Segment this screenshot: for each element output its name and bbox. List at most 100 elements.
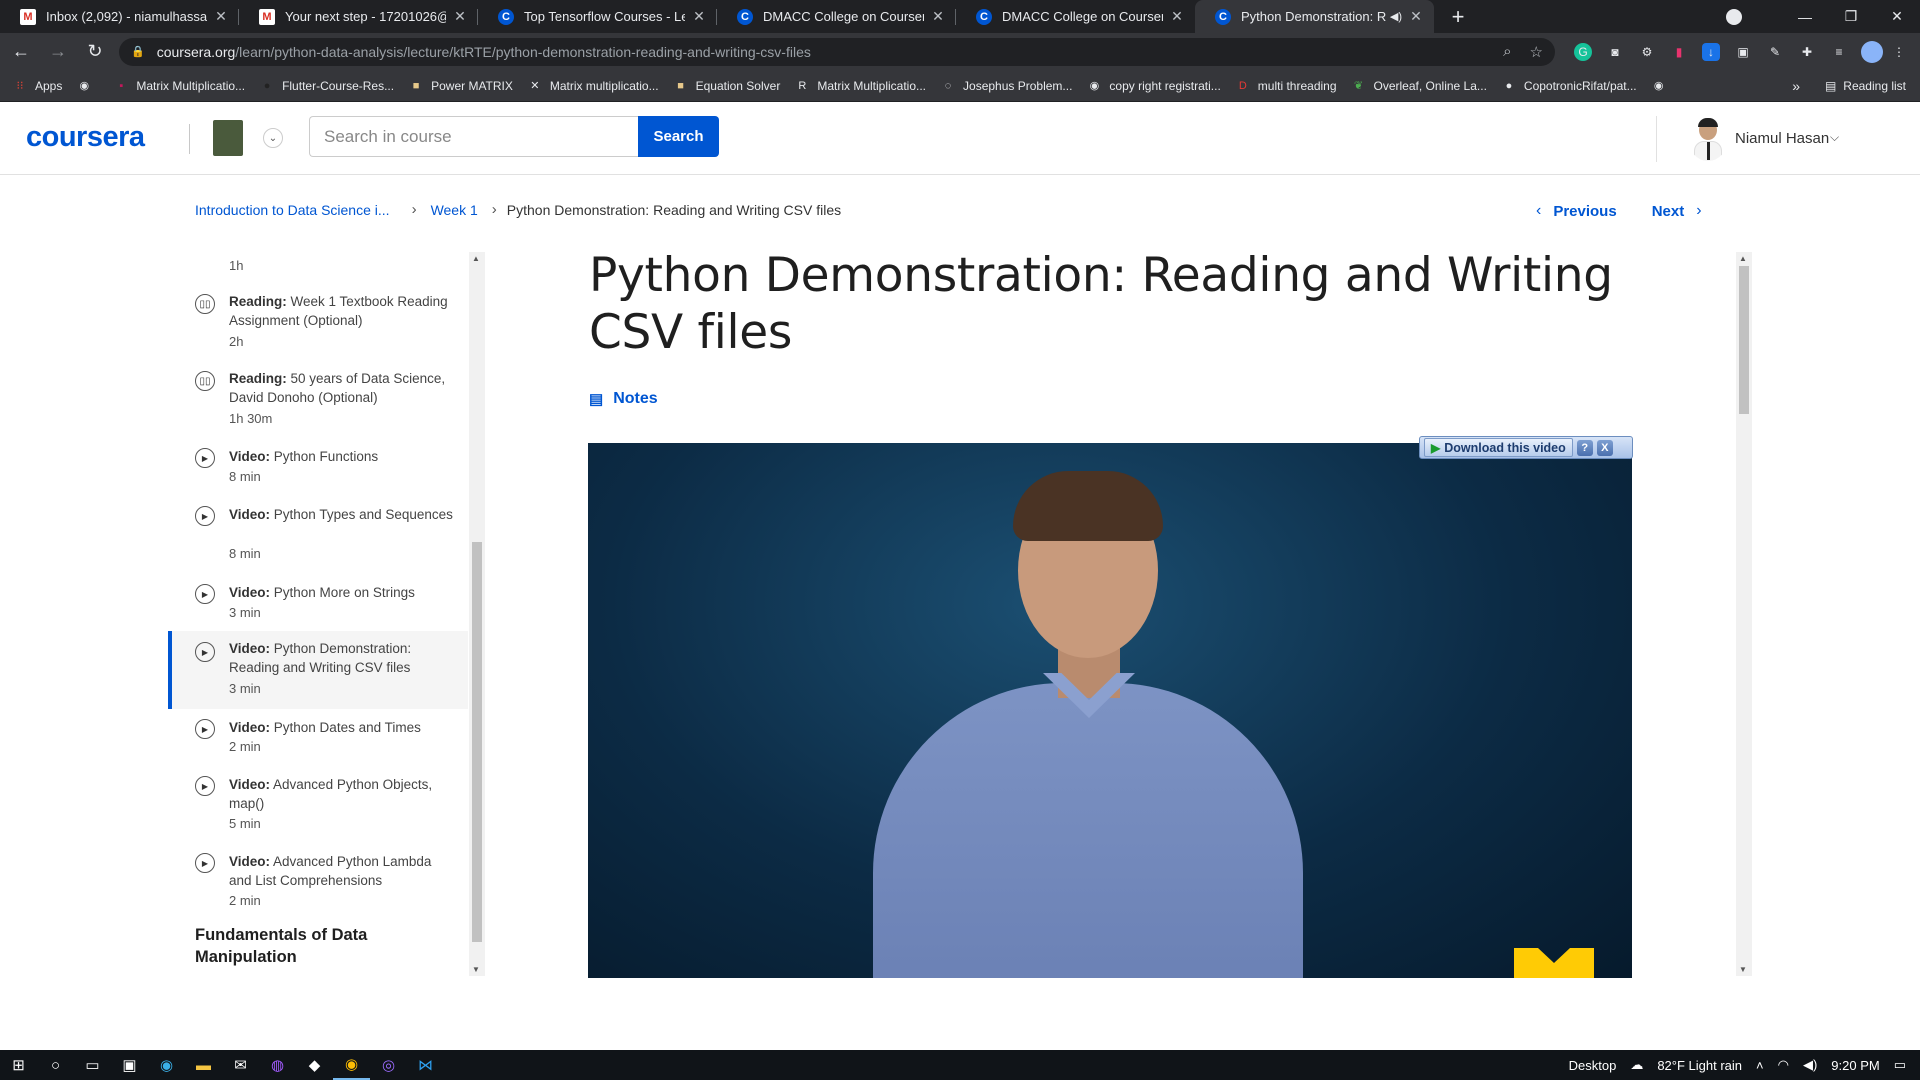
bookmark-item[interactable]: ⁝⁝ Apps [12, 78, 63, 94]
bookmark-item[interactable]: Dmulti threading [1235, 78, 1337, 94]
menu-icon[interactable]: ⋮ [1890, 43, 1908, 61]
bookmark-item[interactable]: ◉ [1651, 78, 1674, 94]
speaker-icon[interactable]: ◀) [1390, 10, 1402, 23]
university-logo[interactable] [213, 120, 243, 156]
forward-arrow-icon[interactable]: → [42, 36, 74, 68]
search-button[interactable]: Search [638, 116, 719, 157]
browser-tab[interactable]: C Top Tensorflow Courses - Learn T ✕ [478, 0, 717, 33]
scroll-down-icon[interactable]: ▼ [472, 965, 480, 974]
search-input[interactable] [309, 116, 639, 157]
terminal-icon[interactable]: ▣ [111, 1050, 148, 1080]
back-arrow-icon[interactable]: ← [5, 36, 37, 68]
zoom-icon[interactable]: ⌕ [1503, 43, 1511, 60]
more-bookmarks-button[interactable]: » [1792, 70, 1800, 102]
vscode-icon[interactable]: ⋈ [407, 1050, 444, 1080]
scrollbar-thumb[interactable] [1739, 266, 1749, 414]
scroll-up-icon[interactable]: ▲ [1739, 254, 1747, 263]
close-tab-icon[interactable]: ✕ [691, 8, 707, 25]
close-tab-icon[interactable]: ✕ [930, 8, 946, 25]
close-tab-icon[interactable]: ✕ [213, 8, 229, 25]
chevron-down-icon[interactable]: ⌵ [1830, 130, 1839, 145]
desktop-toolbar[interactable]: Desktop [1569, 1058, 1617, 1073]
bookmark-item[interactable]: ✕ Matrix multiplicatio... [527, 78, 658, 94]
address-bar[interactable]: 🔒 coursera.org/learn/python-data-analysi… [119, 37, 1555, 66]
scroll-down-icon[interactable]: ▼ [1739, 965, 1747, 974]
reload-icon[interactable]: ↻ [79, 36, 111, 68]
bookmark-item[interactable]: ▪ Matrix Multiplicatio... [113, 78, 245, 94]
content-scrollbar[interactable]: ▲ ▼ [1736, 252, 1752, 976]
coursera-logo[interactable]: coursera [26, 121, 145, 154]
close-tab-icon[interactable]: ✕ [1169, 8, 1185, 25]
edge-icon[interactable]: ◉ [148, 1050, 185, 1080]
avatar[interactable] [1688, 117, 1728, 161]
reading-list-button[interactable]: ▤ Reading list [1825, 70, 1906, 102]
bookmark-item[interactable]: R Matrix Multiplicatio... [794, 78, 926, 94]
pen-icon[interactable]: ✎ [1766, 43, 1784, 61]
bookmark-item[interactable]: ■ Equation Solver [673, 78, 780, 94]
messenger-icon[interactable]: ◍ [259, 1050, 296, 1080]
list-item[interactable]: ▶ Video: Python More on Strings 3 min [168, 581, 468, 635]
notes-button[interactable]: ▤ Notes [589, 390, 658, 408]
windows-start-icon[interactable]: ⊞ [0, 1050, 37, 1080]
user-name[interactable]: Niamul Hasan [1735, 130, 1829, 147]
breadcrumb-course-link[interactable]: Introduction to Data Science i... [195, 202, 390, 218]
bookmark-item[interactable]: ● Flutter-Course-Res... [259, 78, 394, 94]
close-tab-icon[interactable]: ✕ [452, 8, 468, 25]
close-window-icon[interactable]: ✕ [1874, 8, 1920, 25]
sidebar-scrollbar[interactable]: ▲ ▼ [469, 252, 485, 976]
grammarly-icon[interactable]: G [1574, 42, 1592, 61]
list-item[interactable]: ▶ Video: Python Dates and Times 2 min [168, 716, 468, 770]
scrollbar-thumb[interactable] [472, 542, 482, 942]
next-button[interactable]: Next › [1652, 202, 1702, 220]
puzzle-icon[interactable]: ✚ [1798, 43, 1816, 61]
list-item[interactable]: ▶ Video: Python Types and Sequences 8 mi… [168, 503, 468, 577]
bookmark-star-icon[interactable]: ☆ [1530, 43, 1543, 61]
camera-icon[interactable]: ◙ [1606, 43, 1624, 61]
bookmark-item[interactable]: ❦ Overleaf, Online La... [1351, 78, 1487, 94]
bookmark-item[interactable]: ◉ [76, 78, 99, 94]
video-player[interactable] [588, 443, 1632, 978]
restore-icon[interactable]: ❐ [1828, 8, 1874, 25]
extension-icon[interactable]: ▣ [1734, 43, 1752, 61]
volume-icon[interactable]: ◀) [1803, 1057, 1817, 1073]
list-item[interactable]: ▶ Video: Advanced Python Objects, map() … [168, 773, 468, 847]
profile-avatar[interactable] [1861, 40, 1883, 63]
chevron-up-icon[interactable]: ˄ [1756, 1058, 1764, 1073]
help-icon[interactable]: ? [1576, 439, 1593, 456]
browser-tab[interactable]: C DMACC College on Coursera | Co ✕ [956, 0, 1195, 33]
list-item[interactable]: ▶ Video: Advanced Python Lambda and List… [168, 850, 468, 924]
notifications-icon[interactable]: ▭ [1894, 1057, 1906, 1073]
app-icon[interactable]: ◎ [370, 1050, 407, 1080]
bookmark-item[interactable]: ● CopotronicRifat/pat... [1501, 78, 1637, 94]
weather-icon[interactable]: ☁ [1630, 1057, 1643, 1073]
breadcrumb-week-link[interactable]: Week 1 [431, 202, 478, 218]
download-video-button[interactable]: ▶ Download this video [1424, 438, 1573, 457]
mail-icon[interactable]: ✉ [222, 1050, 259, 1080]
new-tab-button[interactable]: + [1442, 0, 1474, 33]
clock[interactable]: 9:20 PM [1831, 1058, 1879, 1073]
extension-icon[interactable]: ▮ [1670, 43, 1688, 61]
close-icon[interactable]: X [1596, 439, 1613, 456]
browser-tab[interactable]: C DMACC College on Coursera | Co ✕ [717, 0, 956, 33]
task-view-icon[interactable]: ▭ [74, 1050, 111, 1080]
list-item[interactable]: ▯▯ Reading: 50 years of Data Science, Da… [168, 367, 468, 441]
media-control-icon[interactable]: ≡ [1830, 43, 1848, 61]
list-item[interactable]: ▯▯ Reading: Week 1 Textbook Reading Assi… [168, 290, 468, 364]
browser-tab-active[interactable]: C Python Demonstration: Read ◀) ✕ [1195, 0, 1434, 33]
scroll-up-icon[interactable]: ▲ [472, 254, 480, 263]
file-explorer-icon[interactable]: ▬ [185, 1050, 222, 1080]
bookmark-item[interactable]: ◌ Josephus Problem... [940, 78, 1073, 94]
chevron-down-icon[interactable]: ⌄ [263, 128, 283, 148]
app-icon[interactable]: ◆ [296, 1050, 333, 1080]
bookmark-item[interactable]: ■ Power MATRIX [408, 78, 513, 94]
search-icon[interactable]: ○ [37, 1050, 74, 1080]
tab-search-icon[interactable] [1726, 8, 1742, 25]
wifi-icon[interactable]: ◠ [1778, 1057, 1789, 1073]
minimize-icon[interactable]: — [1782, 9, 1828, 25]
browser-tab[interactable]: M Your next step - 17201026@uap- ✕ [239, 0, 478, 33]
weather-widget[interactable]: 82°F Light rain [1657, 1058, 1742, 1073]
section-heading[interactable]: Fundamentals of Data Manipulation [195, 924, 435, 968]
list-item[interactable]: ▶ Video: Python Functions 8 min [168, 445, 468, 499]
extension-icon[interactable]: ⚙ [1638, 43, 1656, 61]
chrome-icon[interactable]: ◉ [333, 1050, 370, 1080]
